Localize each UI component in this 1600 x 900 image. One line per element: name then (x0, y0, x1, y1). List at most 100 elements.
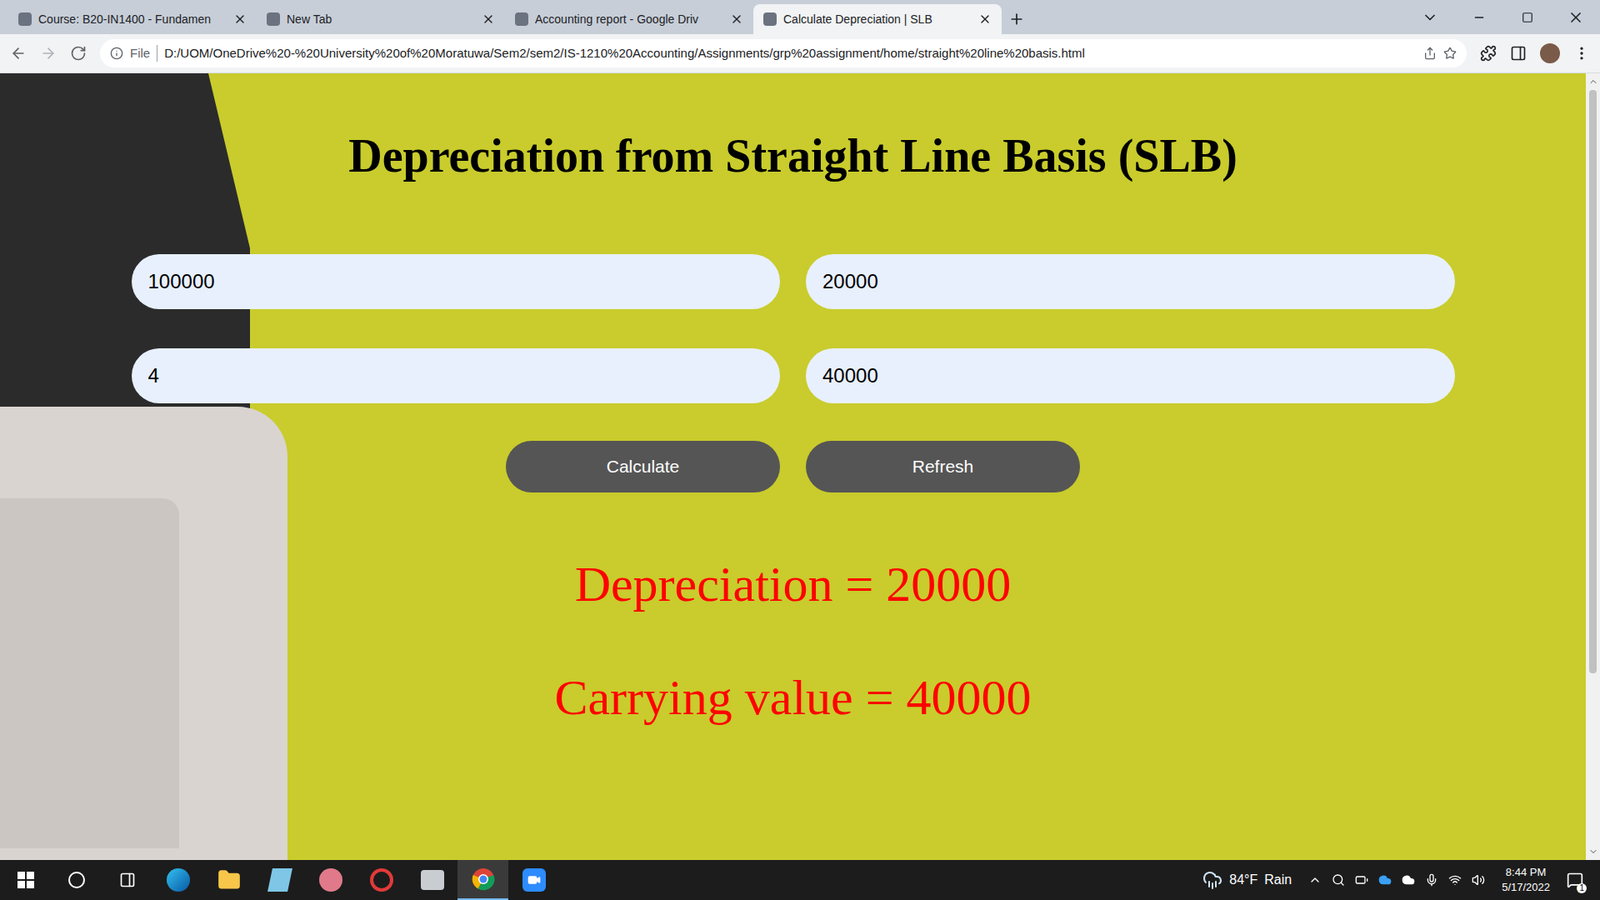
close-window-button[interactable] (1551, 9, 1600, 26)
omnibox[interactable]: File D:/UOM/OneDrive%20-%20University%20o… (100, 39, 1467, 68)
profile-avatar[interactable] (1540, 43, 1560, 64)
chevron-down-icon (1421, 9, 1439, 26)
number-input[interactable] (805, 348, 1455, 404)
minimize-icon (1472, 10, 1486, 25)
share-icon[interactable] (1423, 46, 1437, 60)
clock[interactable]: 8:44 PM5/17/2022 (1495, 865, 1557, 895)
cloud-icon[interactable] (1401, 873, 1415, 887)
scrollbar[interactable] (1585, 73, 1600, 860)
tray-expand-icon[interactable] (1308, 873, 1322, 887)
tab-label: Calculate Depreciation | SLB (783, 10, 972, 29)
app-icon (420, 870, 445, 890)
rain-icon (1202, 870, 1223, 890)
scroll-up-icon (1588, 76, 1599, 87)
action-button[interactable]: Refresh (805, 440, 1080, 493)
close-icon[interactable] (730, 12, 744, 26)
close-icon[interactable] (481, 12, 495, 26)
windows-icon (17, 871, 35, 889)
restore-icon (1521, 11, 1534, 24)
start-button[interactable] (0, 860, 51, 900)
results: Depreciation = 20000 Carrying value = 400… (554, 554, 1031, 728)
app-icon (370, 868, 394, 892)
clock-time: 8:44 PM (1505, 865, 1546, 880)
button-row: Calculate Refresh (505, 440, 1080, 493)
system-tray (1298, 873, 1495, 887)
scroll-down-icon (1588, 846, 1599, 857)
forward-icon[interactable] (40, 45, 57, 62)
browser-tab[interactable]: Course: B20-IN1400 - Fundamen (8, 4, 257, 35)
number-input[interactable] (131, 348, 781, 404)
app-button[interactable] (305, 860, 356, 900)
browser-tab[interactable]: New Tab (256, 4, 505, 35)
toolbar: File D:/UOM/OneDrive%20-%20University%20o… (0, 34, 1600, 74)
browser-tab[interactable]: Accounting report - Google Driv (505, 4, 754, 35)
app-icon (319, 868, 343, 892)
restore-button[interactable] (1503, 11, 1552, 24)
onedrive-icon[interactable] (1378, 873, 1392, 887)
screen: Course: B20-IN1400 - Fundamen New Tab Acco… (0, 0, 1600, 900)
browser-tab[interactable]: Calculate Depreciation | SLB (753, 4, 1002, 35)
menu-icon[interactable] (1573, 45, 1590, 62)
new-tab-button[interactable] (1001, 4, 1032, 35)
minimize-button[interactable] (1455, 10, 1504, 25)
number-input[interactable] (805, 254, 1455, 310)
task-view-icon (119, 871, 136, 889)
app-button[interactable] (254, 860, 305, 900)
laptop-photo (0, 73, 292, 860)
edge-icon (166, 868, 190, 892)
close-icon (1567, 9, 1585, 26)
favicon-icon (515, 12, 529, 26)
reload-icon[interactable] (70, 45, 87, 62)
side-panel-icon[interactable] (1510, 45, 1527, 62)
notification-button[interactable]: 1 (1556, 860, 1594, 900)
page-heading: Depreciation from Straight Line Basis (S… (348, 128, 1238, 185)
result-text: Depreciation = 20000 (575, 554, 1012, 615)
app-button[interactable] (406, 860, 458, 900)
tab-strip: Course: B20-IN1400 - Fundamen New Tab Acco… (0, 0, 1600, 35)
tab-search-button[interactable] (1405, 9, 1455, 26)
plus-icon (1008, 10, 1025, 28)
taskbar: 84°F Rain 8:44 PM5/17/2022 1 (0, 860, 1600, 900)
favicon-icon (18, 12, 32, 26)
tray-app-icon[interactable] (1331, 873, 1345, 887)
favicon-icon (266, 12, 280, 26)
app-button[interactable] (355, 860, 407, 900)
app-icon (267, 868, 293, 892)
close-icon[interactable] (978, 12, 992, 26)
mic-icon[interactable] (1425, 873, 1439, 887)
search-button[interactable] (50, 860, 102, 900)
clock-date: 5/17/2022 (1501, 880, 1550, 895)
notification-count: 1 (1576, 883, 1587, 894)
volume-icon[interactable] (1471, 873, 1485, 887)
wifi-icon[interactable] (1448, 873, 1462, 887)
scroll-thumb[interactable] (1589, 90, 1597, 674)
scheme-label: File (130, 44, 150, 64)
tab-label: Accounting report - Google Driv (535, 10, 724, 29)
search-circle-icon (68, 871, 85, 889)
weather-condition: Rain (1264, 870, 1292, 890)
star-icon[interactable] (1443, 46, 1457, 60)
close-icon[interactable] (233, 12, 247, 26)
tab-label: New Tab (286, 10, 475, 29)
weather-widget[interactable]: 84°F Rain (1195, 870, 1299, 890)
info-icon (110, 46, 124, 60)
extensions-icon[interactable] (1480, 45, 1497, 62)
weather-temp: 84°F (1229, 870, 1258, 890)
edge-button[interactable] (152, 860, 204, 900)
page: Depreciation from Straight Line Basis (S… (0, 73, 1600, 860)
chrome-button[interactable] (457, 860, 509, 900)
explorer-button[interactable] (203, 860, 255, 900)
back-icon[interactable] (10, 45, 27, 62)
favicon-icon (763, 12, 777, 26)
number-input[interactable] (131, 254, 781, 310)
url-text: D:/UOM/OneDrive%20-%20University%20of%20… (164, 44, 1085, 64)
result-text: Carrying value = 40000 (554, 667, 1031, 728)
input-grid (131, 254, 1455, 404)
tab-label: Course: B20-IN1400 - Fundamen (38, 10, 227, 29)
battery-icon[interactable] (1355, 873, 1369, 887)
zoom-button[interactable] (508, 860, 560, 900)
chrome-icon (471, 867, 495, 891)
action-button[interactable]: Calculate (505, 440, 780, 493)
task-view-button[interactable] (101, 860, 153, 900)
folder-icon (217, 868, 241, 892)
